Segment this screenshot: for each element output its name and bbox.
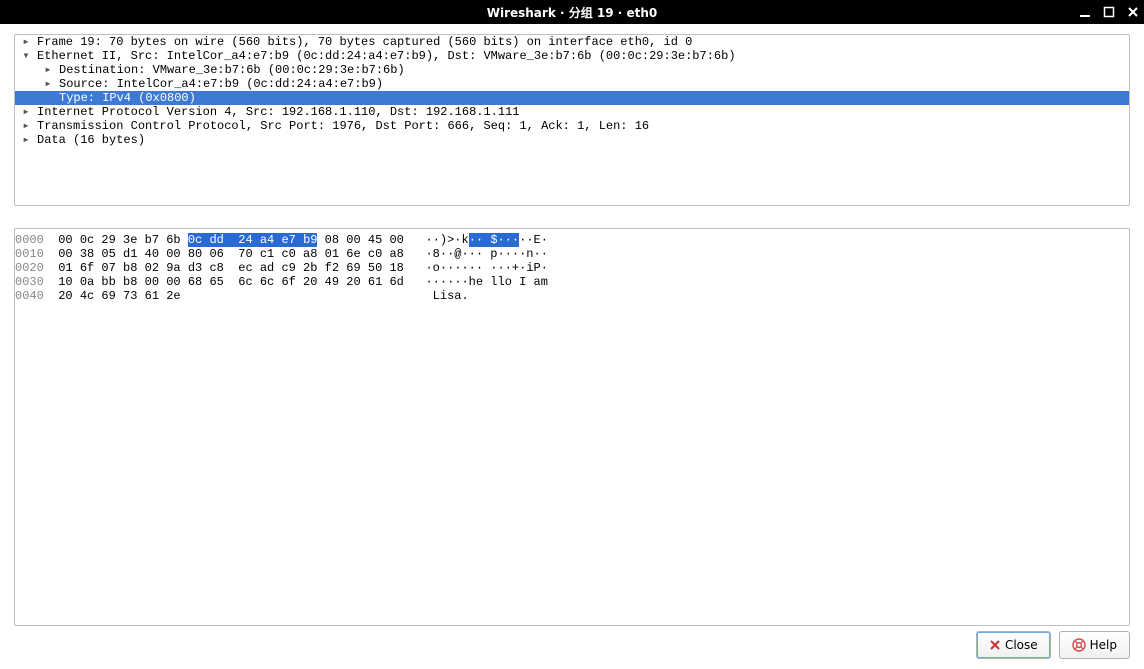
hex-row[interactable]: 0030 10 0a bb b8 00 00 68 65 6c 6c 6f 20…: [15, 275, 1129, 289]
title-bar: Wireshark · 分组 19 · eth0: [0, 0, 1144, 24]
maximize-icon[interactable]: [1102, 5, 1116, 19]
expand-icon[interactable]: ▸: [15, 35, 37, 49]
expand-icon[interactable]: ▸: [37, 63, 59, 77]
hex-dump[interactable]: 0000 00 0c 29 3e b7 6b 0c dd 24 a4 e7 b9…: [15, 229, 1129, 303]
hex-row[interactable]: 0040 20 4c 69 73 61 2e Lisa.: [15, 289, 1129, 303]
hex-row[interactable]: 0000 00 0c 29 3e b7 6b 0c dd 24 a4 e7 b9…: [15, 233, 1129, 247]
expand-icon[interactable]: ▸: [15, 105, 37, 119]
expand-icon[interactable]: ▸: [15, 119, 37, 133]
life-ring-icon: [1072, 638, 1086, 652]
close-icon[interactable]: [1126, 5, 1140, 19]
spacer: [37, 91, 59, 105]
collapse-icon[interactable]: ▾: [15, 49, 37, 63]
help-button[interactable]: Help: [1059, 631, 1130, 659]
expand-icon[interactable]: ▸: [15, 133, 37, 147]
packet-details-tree[interactable]: ▸ Frame 19: 70 bytes on wire (560 bits),…: [15, 35, 1129, 147]
window-title: Wireshark · 分组 19 · eth0: [487, 4, 658, 21]
tree-row-eth-source[interactable]: ▸ Source: IntelCor_a4:e7:b9 (0c:dd:24:a4…: [15, 77, 1129, 91]
close-button[interactable]: Close: [976, 631, 1051, 659]
hex-row[interactable]: 0020 01 6f 07 b8 02 9a d3 c8 ec ad c9 2b…: [15, 261, 1129, 275]
tree-row-tcp[interactable]: ▸ Transmission Control Protocol, Src Por…: [15, 119, 1129, 133]
hex-highlight: 0c dd 24 a4 e7 b9: [188, 233, 318, 247]
expand-icon[interactable]: ▸: [37, 77, 59, 91]
tree-row-eth-type[interactable]: Type: IPv4 (0x0800): [15, 91, 1129, 105]
content-area: ▸ Frame 19: 70 bytes on wire (560 bits),…: [0, 24, 1144, 669]
ascii-highlight: ·· $···: [469, 233, 519, 247]
tree-row-eth-destination[interactable]: ▸ Destination: VMware_3e:b7:6b (00:0c:29…: [15, 63, 1129, 77]
tree-row-ethernet[interactable]: ▾ Ethernet II, Src: IntelCor_a4:e7:b9 (0…: [15, 49, 1129, 63]
packet-details-pane[interactable]: ▸ Frame 19: 70 bytes on wire (560 bits),…: [14, 34, 1130, 206]
hex-row[interactable]: 0010 00 38 05 d1 40 00 80 06 70 c1 c0 a8…: [15, 247, 1129, 261]
tree-row-data[interactable]: ▸ Data (16 bytes): [15, 133, 1129, 147]
dialog-button-bar: Close Help: [976, 631, 1130, 659]
window-controls: [1078, 0, 1140, 24]
minimize-icon[interactable]: [1078, 5, 1092, 19]
packet-bytes-pane[interactable]: 0000 00 0c 29 3e b7 6b 0c dd 24 a4 e7 b9…: [14, 228, 1130, 626]
tree-row-ip[interactable]: ▸ Internet Protocol Version 4, Src: 192.…: [15, 105, 1129, 119]
x-icon: [989, 639, 1001, 651]
tree-row-frame[interactable]: ▸ Frame 19: 70 bytes on wire (560 bits),…: [15, 35, 1129, 49]
